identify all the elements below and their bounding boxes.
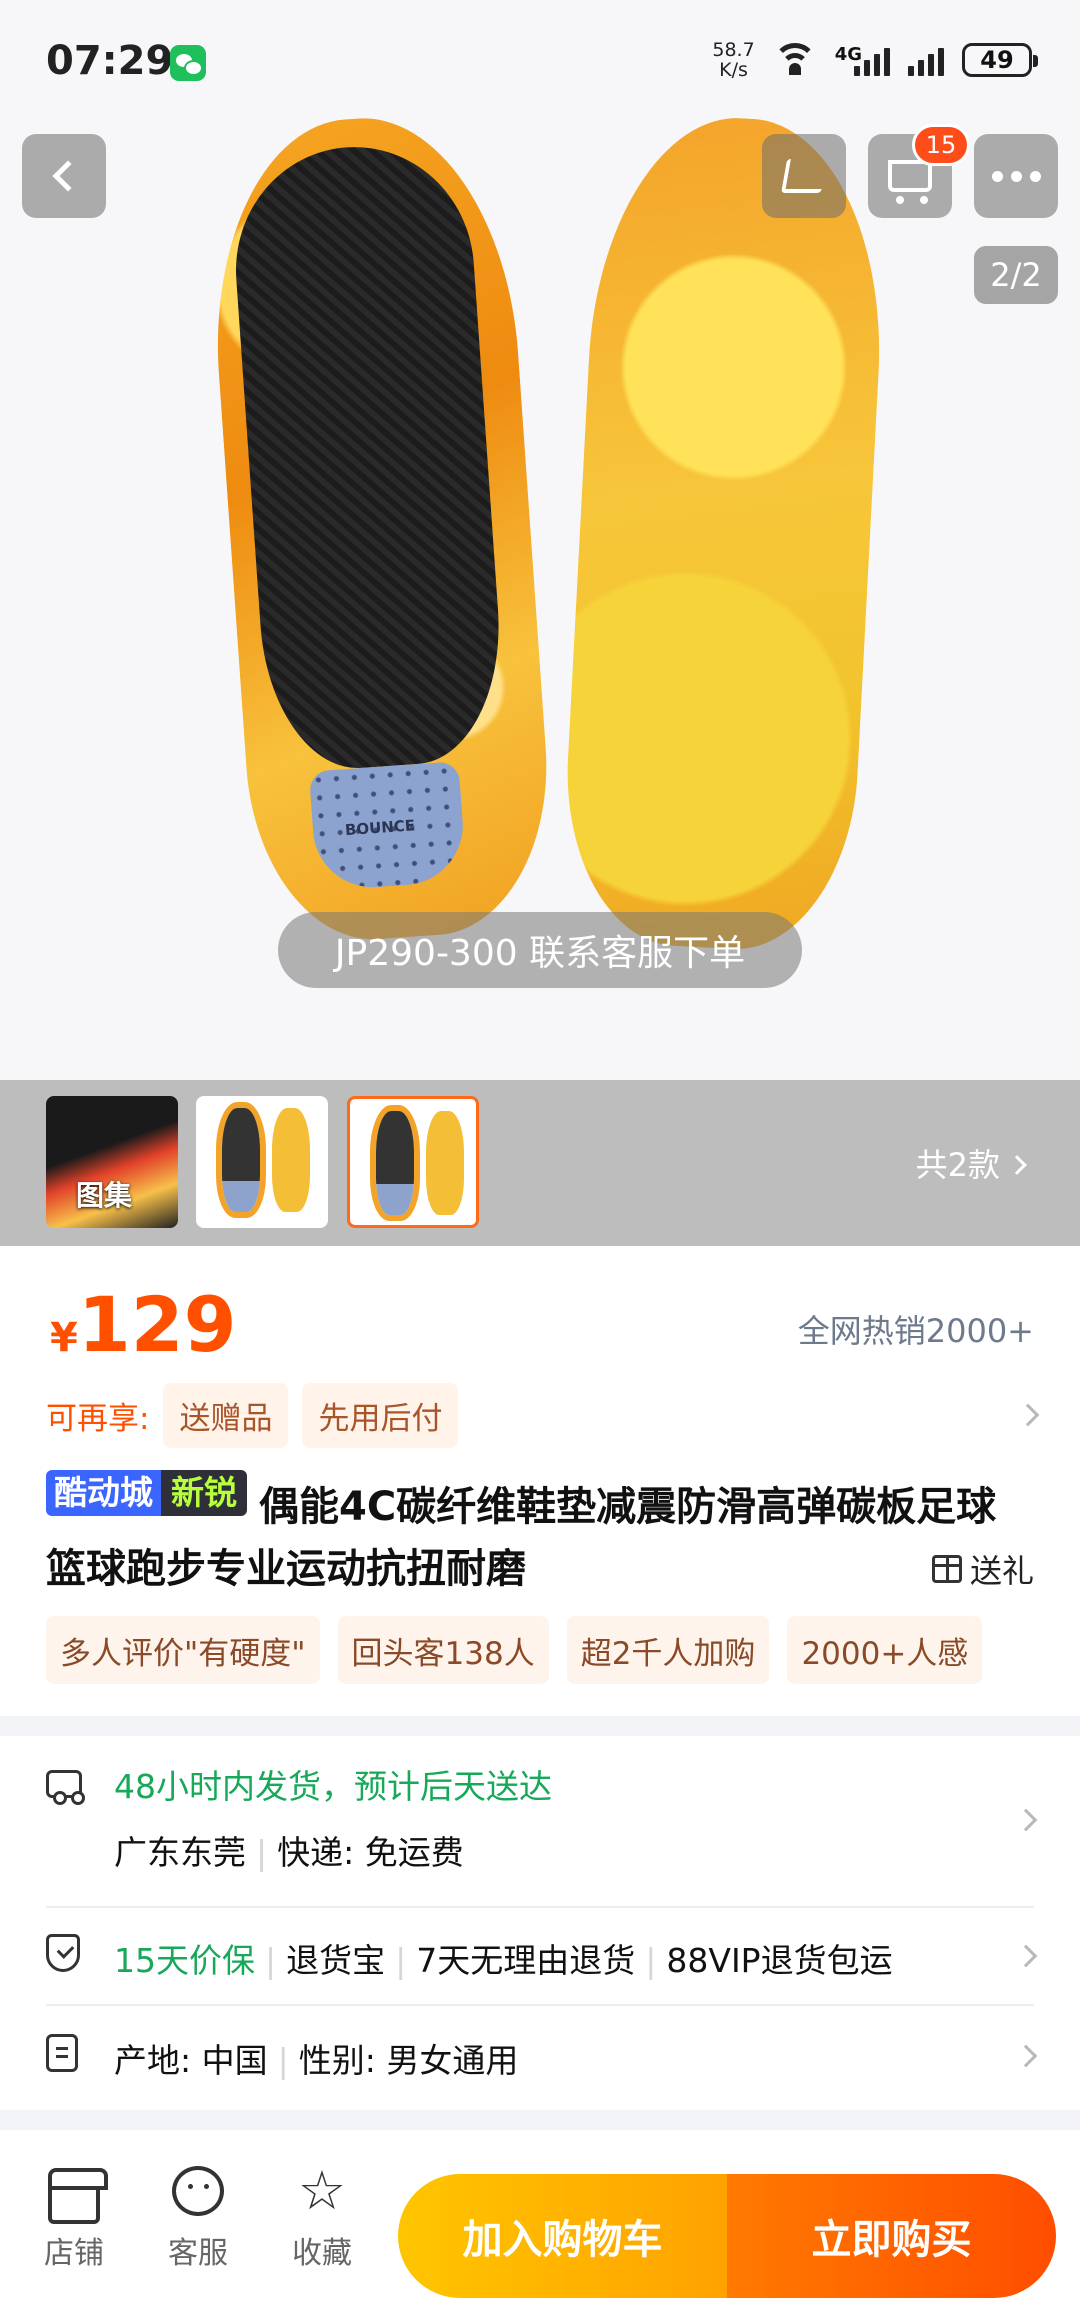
wechat-notification-icon	[170, 45, 206, 81]
cellular-signal-4g-icon: 4G	[835, 44, 890, 76]
perks-label: 可再享:	[46, 1400, 150, 1437]
total-styles-link[interactable]: 共2款	[915, 1140, 1027, 1186]
status-time: 07:29	[46, 38, 174, 84]
thumbnail-insole-left	[222, 1108, 260, 1212]
thumbnail-style-1[interactable]	[196, 1096, 328, 1228]
perk-free-gift: 送赠品	[163, 1382, 289, 1448]
gift-icon	[931, 1555, 962, 1583]
star-icon: ☆	[297, 2159, 347, 2222]
insole-left-image: BOUNCE	[201, 108, 559, 948]
network-type: 4G	[834, 44, 862, 65]
shop-icon	[48, 2168, 108, 2224]
battery-icon: 49	[962, 43, 1038, 77]
thumbnail-insole-right	[426, 1111, 464, 1215]
highlight-tag[interactable]: 回头客138人	[337, 1616, 549, 1684]
share-button[interactable]	[762, 134, 846, 218]
customer-service-button[interactable]: 客服	[148, 2166, 248, 2272]
cart-button[interactable]: 15	[868, 124, 970, 218]
guarantee-items: 15天价保 | 退货宝 | 7天无理由退货 | 88VIP退货包运	[114, 1941, 893, 1980]
chevron-right-icon	[1014, 1944, 1038, 1968]
shop-button[interactable]: 店铺	[24, 2166, 124, 2272]
status-indicators: 58.7 K/s 4G 49	[712, 40, 1038, 80]
params-row[interactable]: 产地: 中国 | 性别: 男女通用	[46, 2032, 1038, 2082]
currency-symbol: ¥	[50, 1315, 78, 1361]
section-divider	[0, 2110, 1080, 2130]
gift-button[interactable]: 送礼	[931, 1546, 1034, 1592]
cellular-signal-icon	[908, 44, 944, 76]
shipping-courier: 快递: 免运费	[277, 1833, 464, 1872]
cart-count-badge: 15	[912, 124, 970, 166]
highlight-tag[interactable]: 2000+人感	[787, 1616, 983, 1684]
perks-row[interactable]: 可再享: 送赠品 先用后付	[46, 1382, 1040, 1448]
brand-tag-new: 新锐	[161, 1470, 247, 1516]
return-insurance: 退货宝	[286, 1941, 386, 1980]
network-speed-unit: K/s	[719, 59, 748, 81]
gallery-label: 图集	[76, 1179, 133, 1212]
section-divider	[0, 1716, 1080, 1736]
shipping-promise: 48小时内发货，预计后天送达	[114, 1767, 552, 1806]
chevron-left-icon	[52, 160, 84, 192]
chevron-right-icon	[1007, 1155, 1027, 1175]
back-button[interactable]	[22, 134, 106, 218]
network-speed: 58.7 K/s	[712, 40, 754, 80]
thumbnail-strip: 图集 共2款	[0, 1080, 1080, 1246]
bottom-action-bar: 店铺 客服 ☆ 收藏 加入购物车 立即购买	[0, 2130, 1080, 2324]
product-title: 酷动城 新锐 偶能4C碳纤维鞋垫减震防滑高弹碳板足球篮球跑步专业运动抗扭耐磨	[46, 1470, 1036, 1600]
price: ¥129	[50, 1280, 237, 1369]
highlight-tag[interactable]: 超2千人加购	[566, 1616, 770, 1684]
shipping-origin: 广东东莞	[114, 1833, 246, 1872]
favorite-button[interactable]: ☆ 收藏	[272, 2159, 372, 2272]
guarantee-row[interactable]: 15天价保 | 退货宝 | 7天无理由退货 | 88VIP退货包运	[46, 1932, 1038, 1982]
chevron-right-icon	[1016, 1403, 1040, 1427]
divider	[46, 2004, 1034, 2006]
chevron-right-icon	[1014, 2044, 1038, 2068]
more-dots-icon	[991, 170, 1041, 182]
shield-icon	[46, 1934, 80, 1972]
thumbnail-gallery[interactable]: 图集	[46, 1096, 178, 1228]
more-button[interactable]	[974, 134, 1058, 218]
hot-sales-label: 全网热销2000+	[797, 1312, 1034, 1350]
brand-tag-name: 酷动城	[46, 1470, 161, 1516]
network-speed-value: 58.7	[712, 39, 755, 61]
param-gender: 性别: 男女通用	[298, 2041, 519, 2080]
carbon-plate	[227, 139, 509, 775]
buy-now-button[interactable]: 立即购买	[727, 2174, 1056, 2298]
wifi-icon	[772, 43, 817, 77]
purchase-buttons: 加入购物车 立即购买	[398, 2174, 1056, 2298]
gift-label: 送礼	[969, 1552, 1034, 1590]
highlight-tag[interactable]: 多人评价"有硬度"	[46, 1616, 320, 1684]
insole-right-image	[558, 110, 892, 956]
thumbnail-style-2-selected[interactable]	[347, 1096, 479, 1228]
price-protection: 15天价保	[114, 1941, 255, 1980]
favorite-label: 收藏	[292, 2236, 352, 2271]
price-amount: 129	[77, 1280, 237, 1369]
image-page-counter: 2/2	[974, 246, 1058, 304]
total-styles-label: 共2款	[915, 1146, 1000, 1184]
perk-pay-later: 先用后付	[302, 1382, 459, 1448]
document-icon	[46, 2034, 78, 2072]
vip-return-shipping: 88VIP退货包运	[666, 1941, 893, 1980]
customer-service-icon	[172, 2166, 224, 2216]
params-items: 产地: 中国 | 性别: 男女通用	[114, 2041, 519, 2080]
thumbnail-insole-right	[272, 1108, 310, 1212]
param-origin: 产地: 中国	[114, 2041, 268, 2080]
add-to-cart-button[interactable]: 加入购物车	[398, 2174, 727, 2298]
truck-icon	[46, 1770, 82, 1805]
customer-service-label: 客服	[168, 2236, 228, 2271]
share-icon	[781, 159, 827, 193]
chevron-right-icon	[1014, 1808, 1038, 1832]
status-bar: 07:29 58.7 K/s 4G 49	[0, 0, 1080, 120]
highlight-tags: 多人评价"有硬度" 回头客138人 超2千人加购 2000+人感	[46, 1616, 1080, 1684]
thumbnail-insole-left	[376, 1111, 414, 1215]
image-caption: JP290-300 联系客服下单	[278, 912, 802, 988]
divider	[46, 1906, 1034, 1908]
shipping-row[interactable]: 48小时内发货，预计后天送达 广东东莞 | 快递: 免运费	[46, 1756, 1038, 1886]
shipping-details: 广东东莞 | 快递: 免运费	[114, 1833, 464, 1872]
shop-label: 店铺	[44, 2236, 104, 2271]
brand-tag: 酷动城 新锐	[46, 1470, 247, 1516]
seven-day-return: 7天无理由退货	[416, 1941, 636, 1980]
